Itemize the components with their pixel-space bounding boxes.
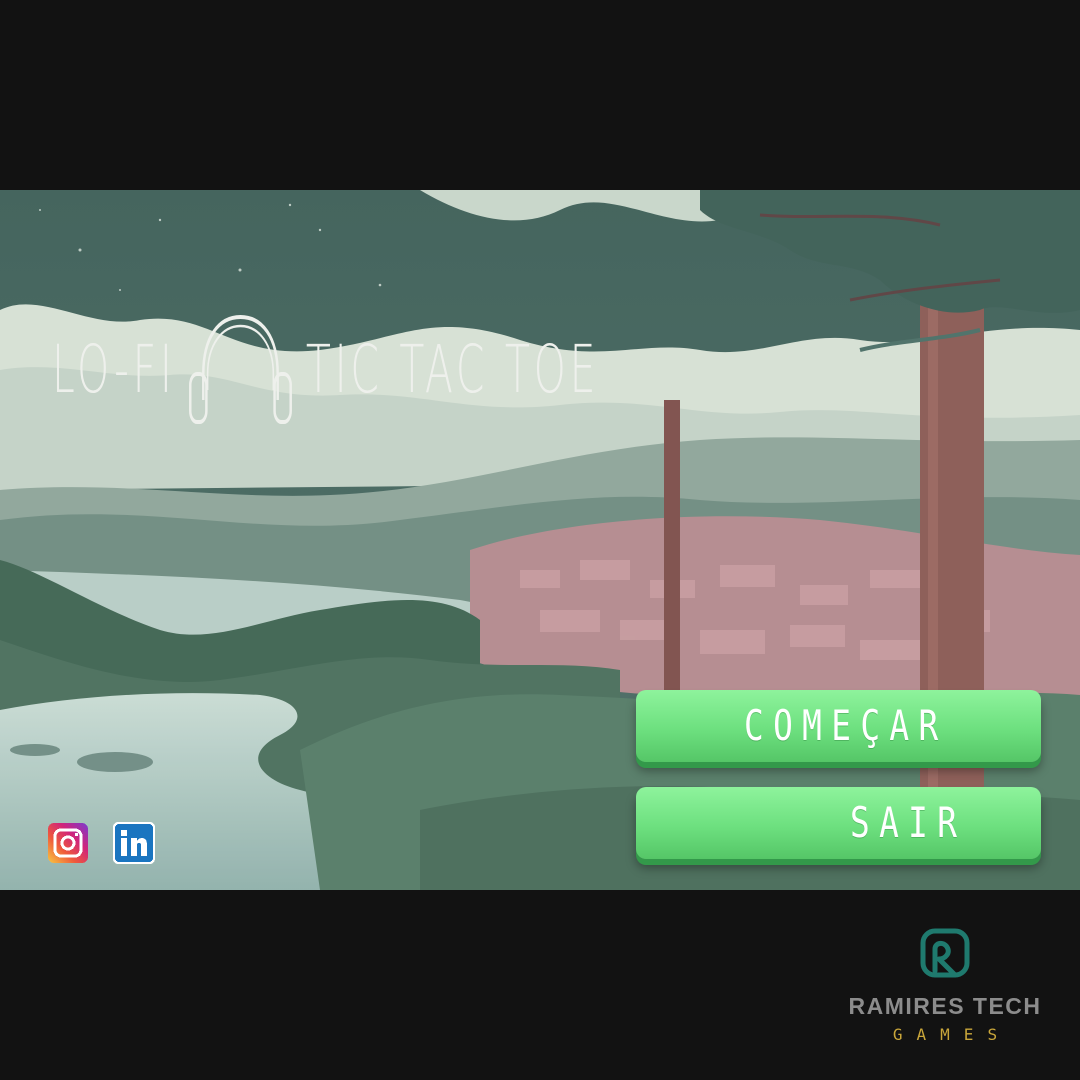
start-button-label: COMEÇAR	[744, 701, 948, 750]
game-title-left: LO-FI	[52, 331, 176, 408]
exit-button[interactable]: SAIR	[636, 787, 1041, 859]
screen-frame: LO-FI TIC TAC TOE COMEÇAR SAIR RAMIRES T…	[0, 0, 1080, 1080]
instagram-icon[interactable]	[46, 821, 90, 865]
brand-name: RAMIRES TECH	[848, 993, 1042, 1019]
linkedin-icon[interactable]	[112, 821, 156, 865]
start-button[interactable]: COMEÇAR	[636, 690, 1041, 762]
headphones-icon	[182, 312, 300, 427]
brand-subtitle: GAMES	[892, 1025, 1012, 1044]
game-menu-screen: LO-FI TIC TAC TOE COMEÇAR SAIR	[0, 190, 1080, 890]
exit-button-label: SAIR	[850, 798, 967, 847]
lofi-landscape-background	[0, 190, 1080, 890]
game-title-right: TIC TAC TOE	[305, 331, 600, 408]
ramires-tech-logo-icon	[920, 928, 970, 978]
game-title: LO-FI TIC TAC TOE	[52, 312, 599, 427]
ramires-tech-brand: RAMIRES TECH GAMES	[830, 925, 1060, 1055]
